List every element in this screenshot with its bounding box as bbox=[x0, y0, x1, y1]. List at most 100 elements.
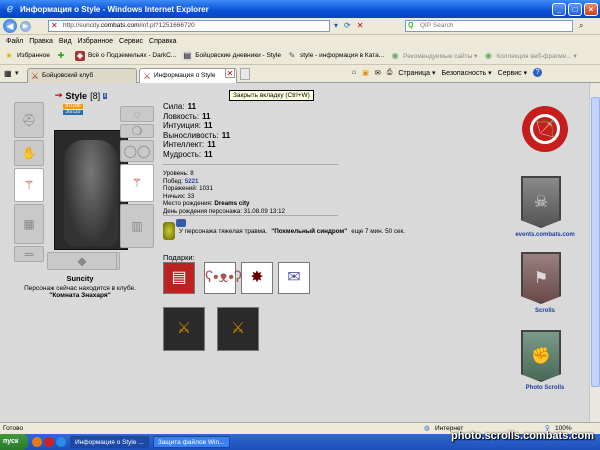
address-field[interactable]: ✕ http://suncity.combats.com/inf.pl?1251… bbox=[48, 20, 330, 32]
tools-menu[interactable]: Сервис ▾ bbox=[498, 69, 527, 77]
stat-value: 11 bbox=[207, 140, 216, 149]
location-text: Персонаж сейчас находится в клубе. bbox=[24, 285, 136, 292]
fav-label: style - информация в Ката... bbox=[299, 52, 385, 59]
address-prefix: http://suncity. bbox=[63, 22, 101, 29]
scrolls-banner-icon[interactable]: ⚑ bbox=[521, 252, 561, 304]
scrolls-link[interactable]: Scrolls bbox=[505, 308, 585, 314]
fav-item-suggested-sites[interactable]: ◉ Рекомендуемые сайты ▾ bbox=[390, 50, 478, 61]
belt-slot[interactable]: ═ bbox=[14, 246, 44, 262]
info-value: 31.08.09 13:12 bbox=[243, 207, 285, 215]
print-icon[interactable]: ⎙ bbox=[387, 69, 393, 77]
new-tab-button[interactable] bbox=[240, 68, 250, 80]
quick-tabs-icon[interactable]: ▦ bbox=[4, 69, 12, 78]
home-icon[interactable]: ⌂ bbox=[352, 69, 356, 76]
earring-slot[interactable]: ◌ bbox=[120, 106, 154, 122]
stop-icon[interactable]: ✕ bbox=[357, 21, 364, 30]
weapon-slot-right[interactable]: ⚚ bbox=[120, 164, 154, 202]
photo-scrolls-banner-icon[interactable]: ✊ bbox=[521, 330, 561, 382]
fav-item-dungeons[interactable]: ◆ Всё о Подземельях - DarkC... bbox=[74, 50, 176, 61]
photo-scrolls-link[interactable]: Photo Scrolls bbox=[505, 385, 585, 391]
combats-logo[interactable]: 🏹 bbox=[522, 106, 568, 152]
events-banner-icon[interactable]: ☠ bbox=[521, 176, 561, 228]
menu-tools[interactable]: Сервис bbox=[119, 38, 143, 45]
events-link[interactable]: events.combats.com bbox=[505, 232, 585, 238]
ie-quick-icon[interactable] bbox=[56, 437, 66, 447]
gift-candy[interactable]: ✉ bbox=[278, 262, 310, 294]
close-window-button[interactable]: × bbox=[584, 2, 598, 16]
search-placeholder: QIP Search bbox=[420, 22, 454, 29]
refresh-icon[interactable]: ⟳ bbox=[344, 21, 351, 30]
gift-teddy-bear[interactable]: ʕ•ᴥ•ʔ bbox=[204, 262, 242, 294]
fav-item-style-info[interactable]: ✎ style - информация в Ката... bbox=[287, 51, 385, 61]
gift-book[interactable]: ▤ bbox=[163, 262, 195, 294]
vertical-scrollbar[interactable] bbox=[589, 83, 600, 422]
gift-mace[interactable]: ✸ bbox=[241, 262, 273, 294]
mail-icon[interactable]: ✉ bbox=[375, 69, 381, 77]
opera-icon[interactable] bbox=[44, 437, 54, 447]
stat-label: Выносливость: bbox=[163, 130, 219, 140]
maximize-button[interactable]: □ bbox=[568, 2, 582, 16]
gift-card-1[interactable]: ⚔ bbox=[163, 307, 205, 351]
search-icon[interactable]: ⌕ bbox=[579, 21, 583, 31]
menu-view[interactable]: Вид bbox=[59, 38, 72, 45]
search-input[interactable]: Q QIP Search bbox=[405, 20, 573, 32]
mace-icon: ✸ bbox=[250, 269, 264, 286]
helmet-slot[interactable]: ⛑ bbox=[14, 102, 44, 138]
info-badge[interactable]: i bbox=[103, 92, 107, 99]
minimize-button[interactable]: _ bbox=[552, 2, 566, 16]
trauma-remaining: еще 7 мин. 50 сек. bbox=[351, 227, 406, 235]
plus-star-icon: ✚ bbox=[57, 50, 65, 60]
tab-style-info[interactable]: ⚔ Информация о Style bbox=[139, 68, 237, 83]
forward-button[interactable]: ▶ bbox=[20, 20, 31, 32]
pants-slot[interactable]: ▥ bbox=[120, 204, 154, 248]
stat-value: 11 bbox=[204, 121, 213, 130]
back-button[interactable]: ◀ bbox=[3, 19, 17, 33]
tab-list-icon[interactable]: ▾ bbox=[15, 69, 19, 77]
stat-label: Мудрость: bbox=[163, 149, 202, 159]
character-city: Suncity bbox=[66, 274, 94, 283]
menu-edit[interactable]: Правка bbox=[29, 38, 53, 45]
menu-favorites[interactable]: Избранное bbox=[78, 38, 113, 45]
bear-icon: ʕ•ᴥ•ʔ bbox=[205, 269, 242, 286]
menu-help[interactable]: Справка bbox=[149, 38, 176, 45]
start-button[interactable]: пуск bbox=[0, 434, 28, 450]
page-menu[interactable]: Страница ▾ bbox=[398, 69, 435, 77]
taskbar-file-protection[interactable]: Защита файлов Win... bbox=[152, 436, 230, 448]
address-toolbar: ◀ ▶ ✕ http://suncity.combats.com/inf.pl?… bbox=[0, 18, 600, 35]
fav-label: Коллекция веб-фрагме... ▾ bbox=[496, 52, 577, 60]
stat-value: 11 bbox=[202, 111, 211, 121]
close-tab-button[interactable]: ✕ bbox=[225, 68, 235, 78]
weapon-slot-left[interactable]: ⚚ bbox=[14, 168, 44, 202]
site-icon: ◉ bbox=[391, 50, 399, 60]
watermark: photo.scrolls.combats.com bbox=[450, 430, 594, 442]
dropdown-icon[interactable]: ▾ bbox=[334, 21, 338, 30]
bracers-slot[interactable]: ✋ bbox=[14, 140, 44, 166]
firefox-icon[interactable] bbox=[32, 437, 42, 447]
armor-slot[interactable]: ▦ bbox=[14, 204, 44, 244]
add-favorite-icon[interactable]: ✚ bbox=[56, 51, 69, 61]
sword-icon: ⚔ bbox=[31, 71, 40, 81]
rings-slot[interactable]: ◯◯ bbox=[120, 140, 154, 162]
amulet-slot[interactable]: ❍ bbox=[120, 124, 154, 138]
shield-slot[interactable]: ◆ bbox=[47, 252, 117, 270]
menu-file[interactable]: Файл bbox=[6, 38, 23, 45]
fav-label: Рекомендуемые сайты ▾ bbox=[403, 52, 478, 60]
taskbar-ie-window[interactable]: Информация о Style ... bbox=[70, 436, 149, 448]
character-body bbox=[64, 140, 118, 246]
window-title: Информация о Style - Windows Internet Ex… bbox=[20, 4, 209, 14]
wins-link[interactable]: 5221 bbox=[185, 178, 199, 185]
gift-card-2[interactable]: ⚔ bbox=[217, 307, 259, 351]
stat-value: 11 bbox=[187, 102, 197, 111]
fav-item-web-slices[interactable]: ◉ Коллекция веб-фрагме... ▾ bbox=[483, 51, 577, 61]
favorites-button[interactable]: ★ Избранное bbox=[4, 51, 50, 61]
stat-row: Ловкость: 11 bbox=[163, 112, 230, 122]
feeds-icon[interactable]: ▣ bbox=[362, 69, 369, 77]
help-menu[interactable]: ? bbox=[533, 68, 543, 77]
scrollbar-thumb[interactable] bbox=[591, 97, 600, 387]
page-error-icon: ✕ bbox=[51, 21, 58, 30]
security-menu[interactable]: Безопасность ▾ bbox=[442, 69, 492, 77]
fav-item-diaries[interactable]: ▤ Бойцовские дневники - Style bbox=[182, 50, 281, 61]
tab-fight-club[interactable]: ⚔ Бойцовский клуб bbox=[27, 68, 137, 83]
character-info: Уровень: 8 Побед: 5221 Поражений: 1031 Н… bbox=[163, 170, 285, 215]
stat-value: 11 bbox=[204, 149, 213, 159]
